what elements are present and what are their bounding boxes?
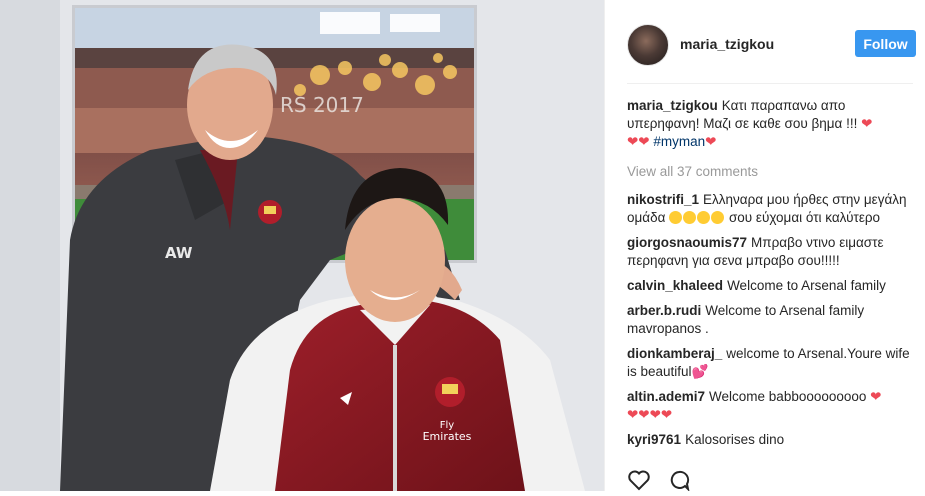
comment-item: nikostrifi_1 Ελληναρα μου ήρθες στην μεγά… [627, 191, 913, 227]
comment-username[interactable]: nikostrifi_1 [627, 192, 699, 207]
comment-text: Welcome babbooooooooo [709, 389, 867, 404]
comment-username[interactable]: arber.b.rudi [627, 303, 701, 318]
comment-text: Kalosorises dino [685, 432, 785, 447]
smiling-face-hearts-emoji-icon [669, 210, 725, 225]
action-bar [627, 469, 703, 493]
comment-bubble-icon[interactable] [667, 469, 691, 493]
user-avatar[interactable] [627, 24, 669, 66]
heart-emoji-icon: ❤❤ [627, 134, 650, 149]
post-header: maria_tzigkou Follow [605, 0, 925, 84]
comment-item: calvin_khaleed Welcome to Arsenal family [627, 277, 913, 295]
comment-text: Welcome to Arsenal family [727, 278, 886, 293]
caption: maria_tzigkou Κατι παραπανω απο υπερηφανη… [627, 97, 913, 151]
heart-emoji-icon: ❤ [870, 389, 882, 404]
comment-username[interactable]: kyri9761 [627, 432, 681, 447]
hashtag-link[interactable]: #myman [653, 134, 705, 149]
banner-text: RS 2017 [280, 93, 364, 117]
post-side-panel: maria_tzigkou Follow maria_tzigkou Κατι π… [604, 0, 925, 493]
jacket-initials: AW [165, 244, 193, 262]
comment-item: dionkamberaj_ welcome to Arsenal.Youre wi… [627, 345, 913, 381]
comment-username[interactable]: giorgosnaoumis77 [627, 235, 747, 250]
header-username[interactable]: maria_tzigkou [680, 36, 774, 52]
heart-emoji-icon: ❤ [861, 116, 873, 131]
comment-item: arber.b.rudi Welcome to Arsenal family ma… [627, 302, 913, 338]
comment-text: σου εύχομαι ότι καλύτερο [728, 210, 881, 225]
header-divider [627, 83, 913, 84]
comment-item: altin.ademi7 Welcome babbooooooooo ❤ ❤❤❤❤ [627, 388, 913, 424]
sponsor-line-2: Emirates [423, 430, 472, 443]
comment-username[interactable]: altin.ademi7 [627, 389, 705, 404]
comment-item: giorgosnaoumis77 Μπραβο ντινο ειμαστε περ… [627, 234, 913, 270]
heart-emoji-icon: 💕 [691, 364, 709, 379]
photo-illustration: RS 2017 AW Fly Emirates [0, 0, 604, 491]
heart-outline-icon[interactable] [627, 469, 651, 491]
post-photo[interactable]: RS 2017 AW Fly Emirates [0, 0, 604, 491]
view-all-comments-link[interactable]: View all 37 comments [627, 163, 913, 181]
comments-list: maria_tzigkou Κατι παραπανω απο υπερηφανη… [627, 97, 913, 456]
comment-username[interactable]: dionkamberaj_ [627, 346, 722, 361]
heart-emoji-icon: ❤ [705, 134, 717, 149]
follow-button[interactable]: Follow [855, 30, 916, 57]
caption-username[interactable]: maria_tzigkou [627, 98, 718, 113]
heart-emoji-icon: ❤❤❤❤ [627, 407, 673, 422]
comment-username[interactable]: calvin_khaleed [627, 278, 723, 293]
comment-item: kyri9761 Kalosorises dino [627, 431, 913, 449]
